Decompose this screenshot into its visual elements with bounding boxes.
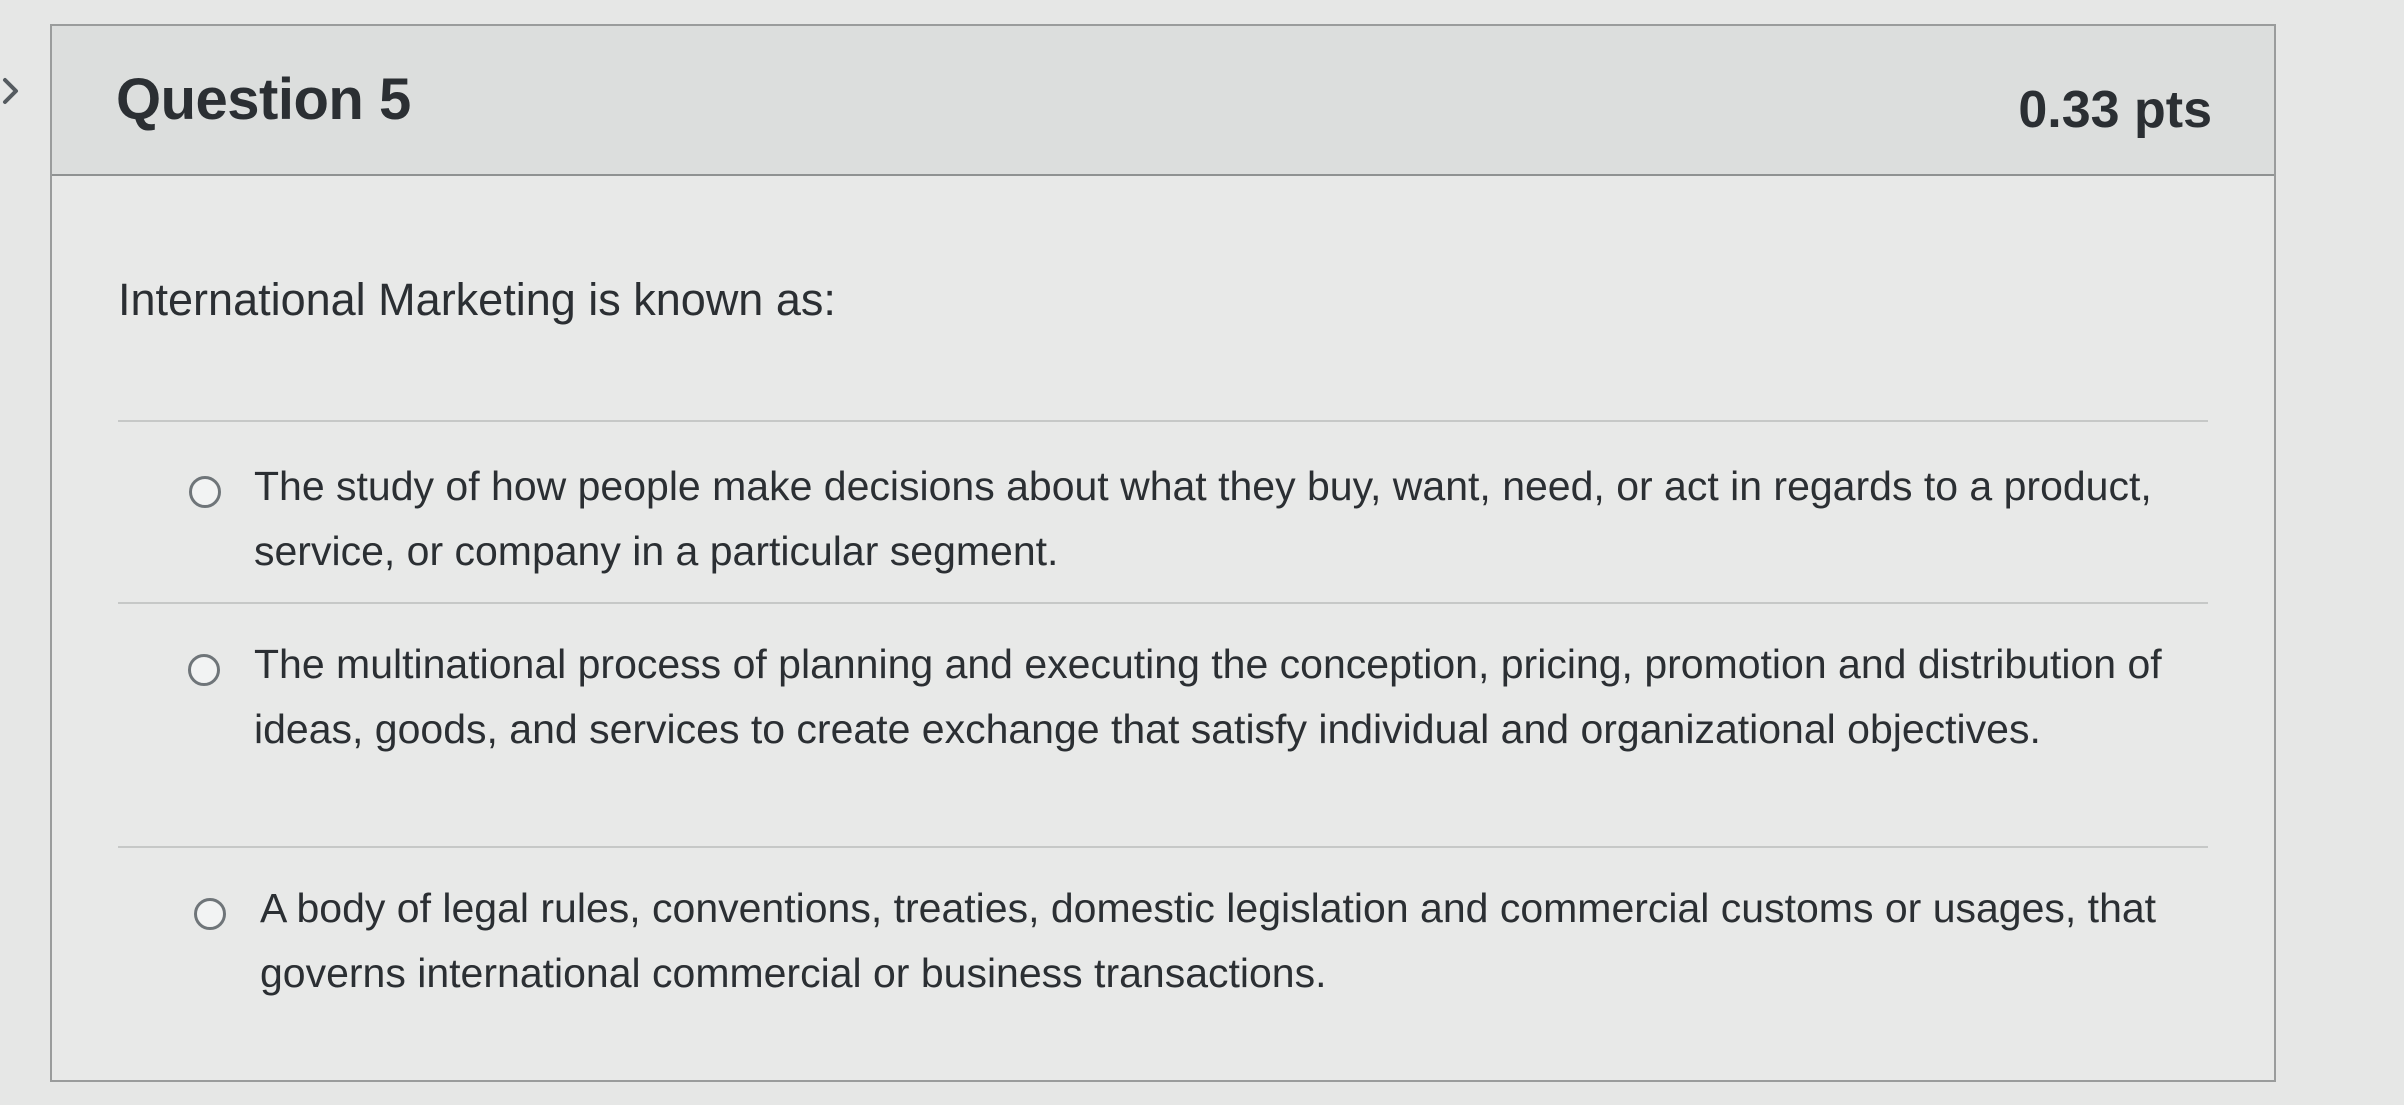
answer-text: The multinational process of planning an… xyxy=(254,641,2162,752)
answer-text: A body of legal rules, conventions, trea… xyxy=(260,885,2157,996)
radio-unselected-icon[interactable] xyxy=(194,898,226,930)
chevron-right-icon[interactable] xyxy=(0,68,22,114)
divider xyxy=(118,846,2208,848)
answer-option-2[interactable]: The multinational process of planning an… xyxy=(132,641,2212,839)
question-header: Question 5 0.33 pts xyxy=(52,26,2274,176)
answer-text: The study of how people make decisions a… xyxy=(254,463,2152,574)
radio-unselected-icon[interactable] xyxy=(188,654,220,686)
divider xyxy=(118,420,2208,422)
question-title: Question 5 xyxy=(116,67,411,132)
divider xyxy=(118,602,2208,604)
answer-option-1[interactable]: The study of how people make decisions a… xyxy=(132,463,2212,596)
question-card: Question 5 0.33 pts International Market… xyxy=(50,24,2276,1082)
radio-unselected-icon[interactable] xyxy=(189,476,221,508)
question-points: 0.33 pts xyxy=(2018,81,2212,139)
answer-option-3[interactable]: A body of legal rules, conventions, trea… xyxy=(132,885,2212,1018)
question-prompt: International Marketing is known as: xyxy=(118,274,836,325)
